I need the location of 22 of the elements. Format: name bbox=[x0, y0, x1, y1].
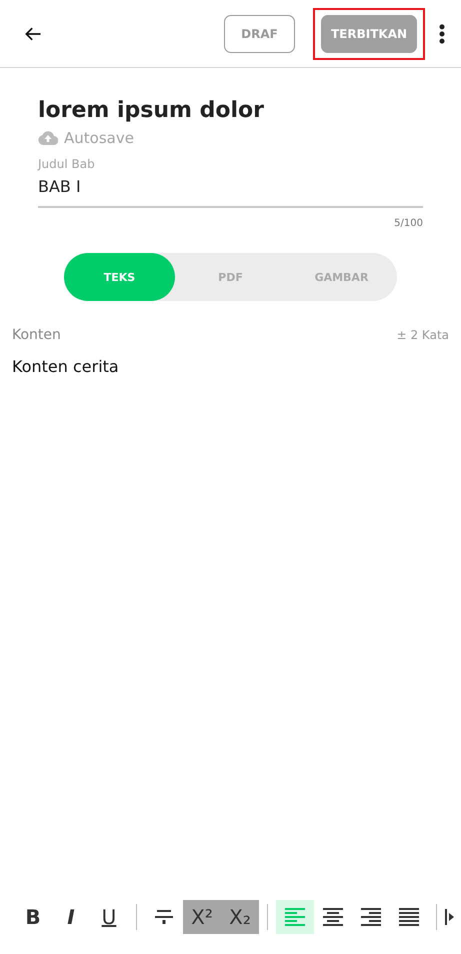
field-label: Judul Bab bbox=[38, 157, 96, 171]
publish-button[interactable]: TERBITKAN bbox=[321, 14, 417, 52]
align-left-icon bbox=[283, 907, 307, 927]
autosave-status: Autosave bbox=[64, 129, 134, 147]
align-center-icon bbox=[321, 907, 345, 927]
word-count: ± 2 Kata bbox=[396, 328, 449, 342]
subscript-button[interactable]: X₂ bbox=[221, 900, 259, 934]
content-editor[interactable]: Konten cerita bbox=[0, 343, 461, 376]
content-label: Konten bbox=[12, 327, 61, 343]
cloud-upload-icon bbox=[38, 131, 58, 145]
story-title: lorem ipsum dolor bbox=[38, 98, 266, 123]
scroll-right-icon bbox=[445, 909, 454, 925]
draft-button[interactable]: DRAF bbox=[224, 14, 295, 52]
italic-button[interactable]: I bbox=[52, 900, 90, 934]
character-counter: 5/100 bbox=[393, 218, 423, 229]
superscript-button[interactable]: X² bbox=[183, 900, 221, 934]
underline-button[interactable]: U bbox=[90, 900, 128, 934]
align-right-icon bbox=[359, 907, 383, 927]
strikethrough-icon bbox=[152, 907, 176, 927]
bold-button[interactable]: B bbox=[14, 900, 52, 934]
align-justify-icon bbox=[397, 907, 421, 927]
chapter-title-field[interactable]: BAB I bbox=[38, 171, 423, 208]
